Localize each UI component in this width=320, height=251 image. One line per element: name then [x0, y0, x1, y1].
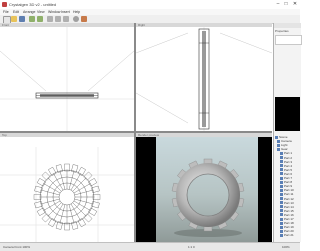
save-icon[interactable]	[19, 16, 25, 22]
object-icon	[280, 168, 283, 172]
menu-insert[interactable]: Insert	[61, 10, 70, 14]
object-icon	[280, 188, 283, 192]
panel-title: Properties	[275, 29, 289, 33]
menu-window[interactable]: Window	[48, 10, 60, 14]
object-icon	[280, 217, 283, 221]
object-icon	[275, 135, 278, 139]
maximize-button[interactable]: □	[282, 1, 290, 7]
tree-item-label: Part 21	[284, 233, 294, 238]
object-icon	[280, 180, 283, 184]
object-icon	[280, 209, 283, 213]
viewport-top[interactable]: Top	[0, 133, 134, 242]
object-icon	[280, 229, 283, 233]
menu-help[interactable]: Help	[73, 10, 80, 14]
object-icon	[280, 213, 283, 217]
undo-icon[interactable]	[29, 16, 35, 22]
panel-toolbar	[274, 23, 301, 28]
open-icon[interactable]	[11, 16, 17, 22]
object-icon	[280, 156, 283, 159]
object-icon	[280, 192, 283, 196]
scene-tree: Scene Camera Light Gear Part 1 Part 2 Part 3 Pa…	[275, 135, 300, 239]
object-icon	[280, 176, 283, 180]
app-logo-icon	[2, 2, 7, 7]
top-view-drawing	[0, 147, 134, 242]
window-title: Crystalgen 3D v2 - untitled	[9, 2, 57, 7]
render-icon[interactable]	[81, 16, 87, 22]
status-left: Camera Front 100%	[3, 245, 31, 249]
object-icon	[280, 184, 283, 188]
menu-arrange[interactable]: Arrange	[23, 10, 35, 14]
workspace: Front Right Top Render preview	[0, 23, 272, 242]
redo-icon[interactable]	[37, 16, 43, 22]
viewport-front[interactable]: Front	[0, 23, 134, 131]
object-icon	[280, 172, 283, 176]
scale-icon[interactable]	[63, 16, 69, 22]
object-icon	[280, 160, 283, 164]
right-view-drawing	[136, 27, 272, 131]
object-icon	[280, 221, 283, 225]
object-icon	[280, 201, 283, 205]
gear-icon[interactable]	[73, 16, 79, 22]
object-icon	[280, 164, 283, 168]
close-button[interactable]: ✕	[291, 1, 299, 7]
object-icon	[280, 225, 283, 229]
material-preview-thumbnail	[275, 97, 300, 131]
object-icon	[277, 139, 280, 143]
object-icon	[277, 143, 280, 147]
rotate-icon[interactable]	[55, 16, 61, 22]
properties-panel: Properties Scene Camera Light Gear Part 1 Par…	[273, 23, 302, 242]
object-icon	[280, 233, 283, 237]
gear-side-model	[198, 28, 210, 130]
viewport-right[interactable]: Right	[136, 23, 272, 131]
object-icon	[277, 147, 280, 151]
status-right: 100%	[282, 245, 290, 249]
menu-file[interactable]: File	[3, 10, 9, 14]
status-middle: 1:1 0	[188, 245, 195, 249]
move-icon[interactable]	[47, 16, 53, 22]
render-preview-image	[156, 137, 258, 242]
property-field[interactable]	[275, 35, 302, 45]
object-icon	[280, 205, 283, 209]
minimize-button[interactable]: –	[274, 1, 282, 7]
menu-edit[interactable]: Edit	[13, 10, 19, 14]
front-view-drawing	[0, 27, 134, 131]
menu-view[interactable]: View	[37, 10, 45, 14]
object-icon	[280, 197, 283, 200]
gear-wireframe-model	[33, 163, 101, 231]
object-icon	[280, 151, 283, 155]
viewport-render[interactable]: Render preview	[136, 133, 272, 242]
